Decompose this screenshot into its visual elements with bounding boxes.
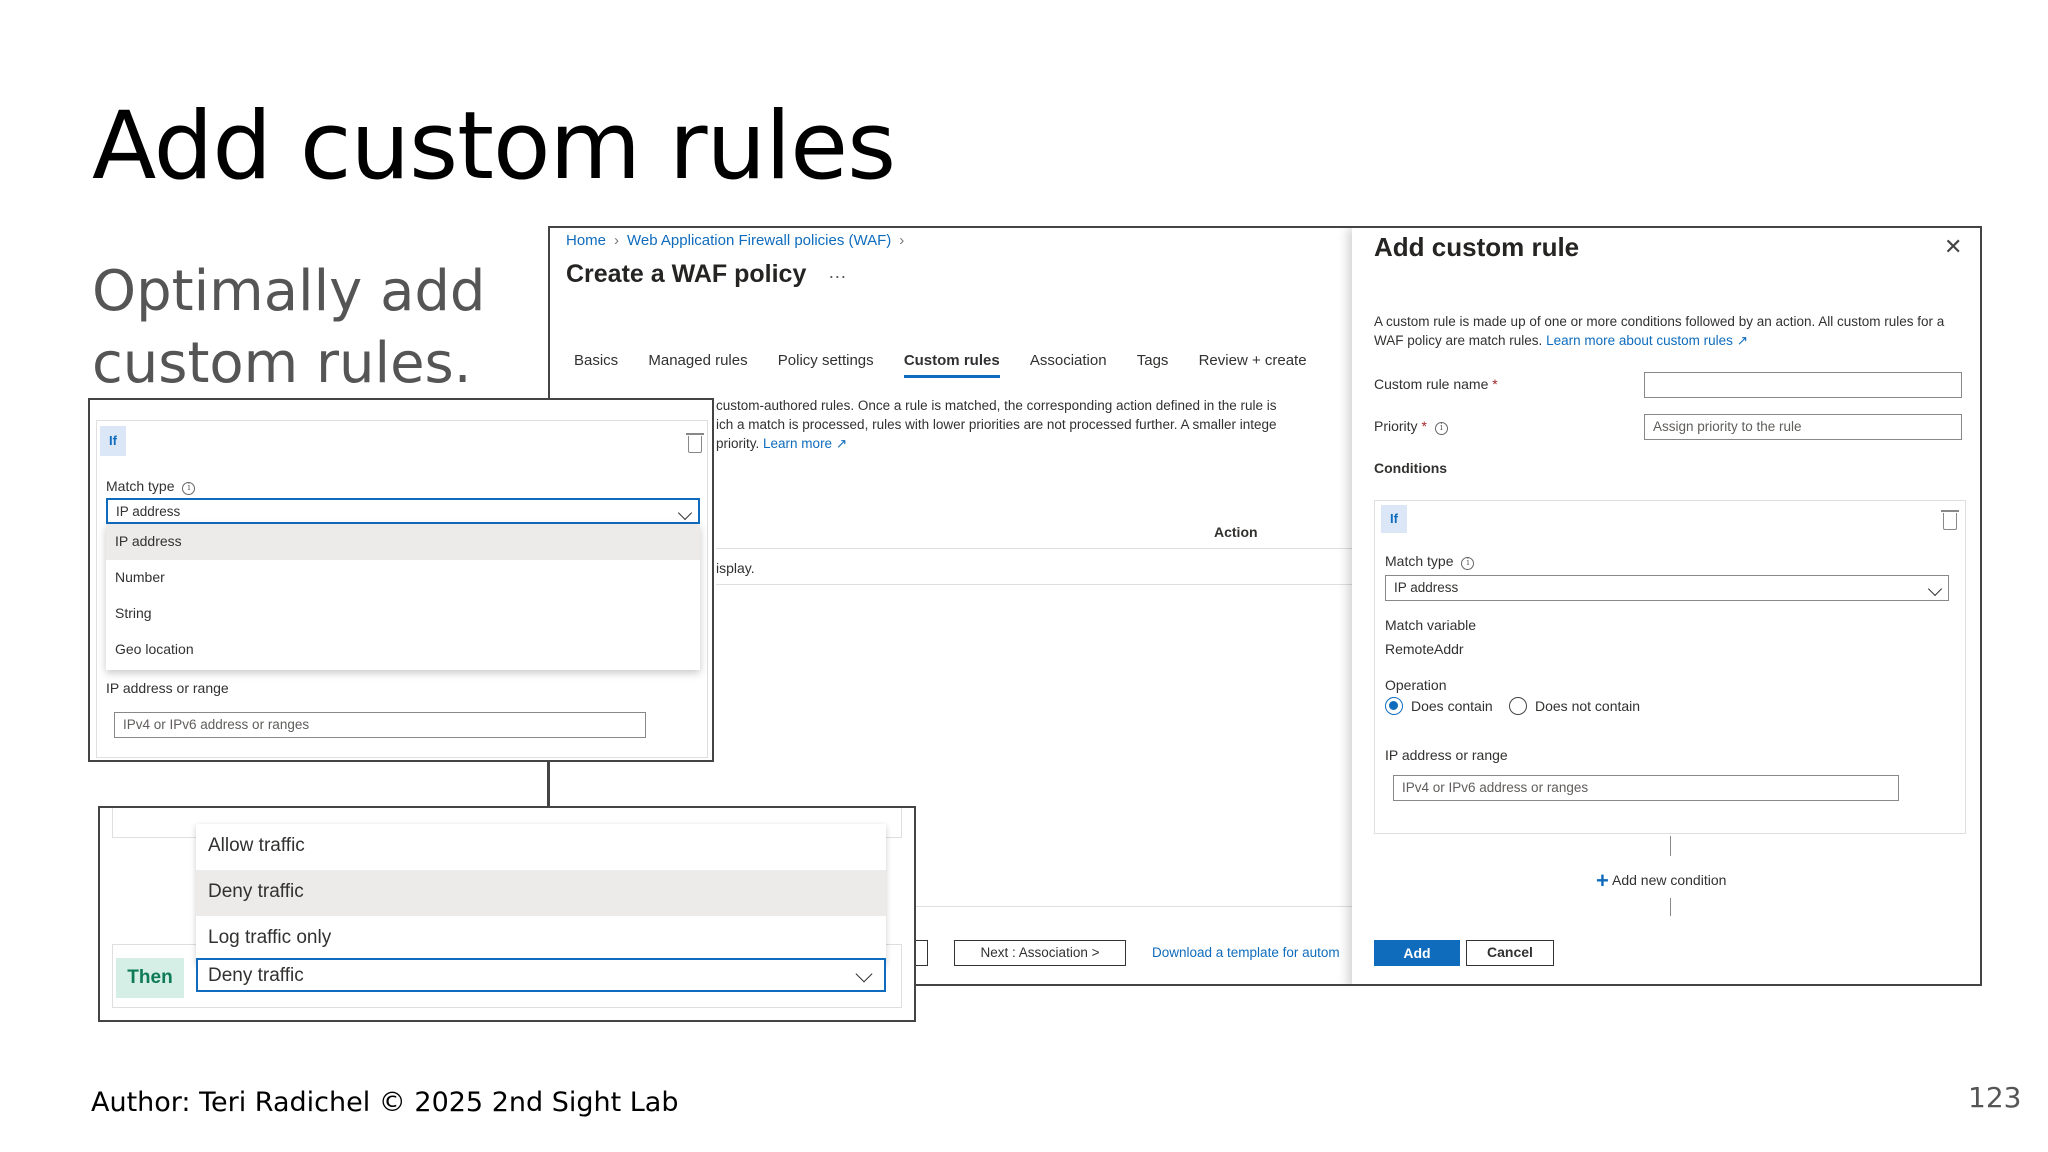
add-new-condition-button[interactable]: + Add new condition [1596, 868, 1726, 894]
match-type-select[interactable]: IP address [106, 498, 700, 524]
connector-line [547, 762, 548, 806]
match-type-label: Match type i [1385, 553, 1475, 570]
breadcrumb: Home › Web Application Firewall policies (… [566, 232, 912, 249]
match-type-label: Match type i [106, 478, 196, 495]
add-custom-rule-panel: Add custom rule ✕ A custom rule is made … [1352, 228, 1980, 984]
tab-tags[interactable]: Tags [1137, 352, 1169, 375]
info-icon[interactable]: i [1434, 422, 1448, 435]
option-string[interactable]: String [106, 596, 700, 632]
tab-custom-rules[interactable]: Custom rules [903, 352, 1000, 378]
panel-title: Add custom rule [1374, 232, 1580, 262]
priority-input[interactable]: Assign priority to the rule [1644, 414, 1962, 440]
table-empty-text: isplay. [716, 560, 755, 576]
match-variable-value: RemoteAddr [1385, 641, 1464, 657]
option-ip-address[interactable]: IP address [106, 524, 700, 560]
panel-description: A custom rule is made up of one or more … [1374, 314, 1945, 348]
ip-range-label: IP address or range [1385, 747, 1508, 763]
close-icon[interactable]: ✕ [1944, 234, 1962, 260]
tab-review-create[interactable]: Review + create [1199, 352, 1307, 375]
author-credit: Author: Teri Radichel © 2025 2nd Sight L… [91, 1087, 679, 1118]
chevron-down-icon [855, 965, 873, 983]
custom-rules-description: custom-authored rules. Once a rule is ma… [716, 398, 1276, 451]
tab-managed-rules[interactable]: Managed rules [648, 352, 747, 375]
connector-line [1670, 836, 1671, 856]
page-number: 123 [1968, 1081, 2022, 1114]
option-number[interactable]: Number [106, 560, 700, 596]
then-badge: Then [116, 958, 184, 998]
column-header-action: Action [1214, 524, 1258, 540]
add-button[interactable]: Add [1374, 940, 1460, 966]
ip-range-input[interactable]: IPv4 or IPv6 address or ranges [114, 712, 646, 738]
rule-name-label: Custom rule name * [1374, 376, 1498, 392]
plus-icon: + [1596, 868, 1609, 893]
action-options: Allow traffic Deny traffic Log traffic o… [196, 824, 886, 964]
operation-label: Operation [1385, 677, 1447, 693]
if-badge: If [1381, 505, 1407, 533]
learn-more-custom-rules-link[interactable]: Learn more about custom rules [1546, 333, 1733, 348]
operation-not-contains-radio[interactable]: Does not contain [1509, 697, 1640, 715]
info-icon[interactable]: i [182, 482, 196, 495]
match-type-dropdown-inset: If Match type i IP address IP address Num… [88, 398, 714, 762]
info-icon[interactable]: i [1461, 557, 1475, 570]
match-type-select[interactable]: IP address [1385, 575, 1949, 601]
table-row-divider [716, 584, 1436, 585]
option-deny-traffic[interactable]: Deny traffic [196, 870, 886, 916]
external-link-icon: ↗ [835, 436, 848, 451]
action-select[interactable]: Deny traffic [196, 958, 886, 992]
tab-policy-settings[interactable]: Policy settings [778, 352, 874, 375]
action-dropdown-inset: Allow traffic Deny traffic Log traffic o… [98, 806, 916, 1022]
breadcrumb-home[interactable]: Home [566, 232, 606, 249]
match-variable-label: Match variable [1385, 617, 1477, 633]
match-type-options: IP address Number String Geo location [106, 524, 700, 670]
trash-icon[interactable] [686, 433, 704, 453]
slide-title: Add custom rules [92, 92, 896, 201]
more-options-icon[interactable]: ··· [828, 266, 846, 286]
connector-line [1670, 898, 1671, 916]
chevron-down-icon [1927, 581, 1943, 597]
breadcrumb-separator-icon: › [614, 232, 620, 249]
external-link-icon: ↗ [1736, 333, 1748, 348]
rule-name-input[interactable] [1644, 372, 1962, 398]
conditions-heading: Conditions [1374, 460, 1448, 476]
learn-more-link[interactable]: Learn more [763, 436, 832, 451]
breadcrumb-waf-policies[interactable]: Web Application Firewall policies (WAF) [627, 232, 891, 249]
breadcrumb-separator-icon: › [899, 232, 905, 249]
priority-label: Priority * i [1374, 418, 1448, 435]
cancel-button[interactable]: Cancel [1466, 940, 1554, 966]
condition-card: If Match type i IP address Match variable… [1374, 500, 1966, 834]
tab-bar: Basics Managed rules Policy settings Cus… [574, 352, 1333, 378]
page-title: Create a WAF policy ··· [566, 260, 847, 288]
tab-association[interactable]: Association [1030, 352, 1107, 375]
table-header-divider [716, 548, 1436, 549]
download-template-link[interactable]: Download a template for autom [1152, 945, 1340, 960]
option-log-traffic-only[interactable]: Log traffic only [196, 916, 886, 962]
radio-unselected-icon [1509, 697, 1527, 715]
option-geo-location[interactable]: Geo location [106, 632, 700, 668]
next-association-button[interactable]: Next : Association > [954, 940, 1126, 966]
ip-range-input[interactable]: IPv4 or IPv6 address or ranges [1393, 775, 1899, 801]
if-badge: If [100, 426, 126, 456]
option-allow-traffic[interactable]: Allow traffic [196, 824, 886, 870]
operation-contains-radio[interactable]: Does contain [1385, 697, 1493, 715]
ip-range-label: IP address or range [106, 680, 229, 696]
trash-icon[interactable] [1941, 510, 1959, 530]
radio-selected-icon [1385, 697, 1403, 715]
chevron-down-icon [677, 505, 693, 521]
slide-subtitle: Optimally add custom rules. [92, 259, 486, 396]
tab-basics[interactable]: Basics [574, 352, 618, 375]
